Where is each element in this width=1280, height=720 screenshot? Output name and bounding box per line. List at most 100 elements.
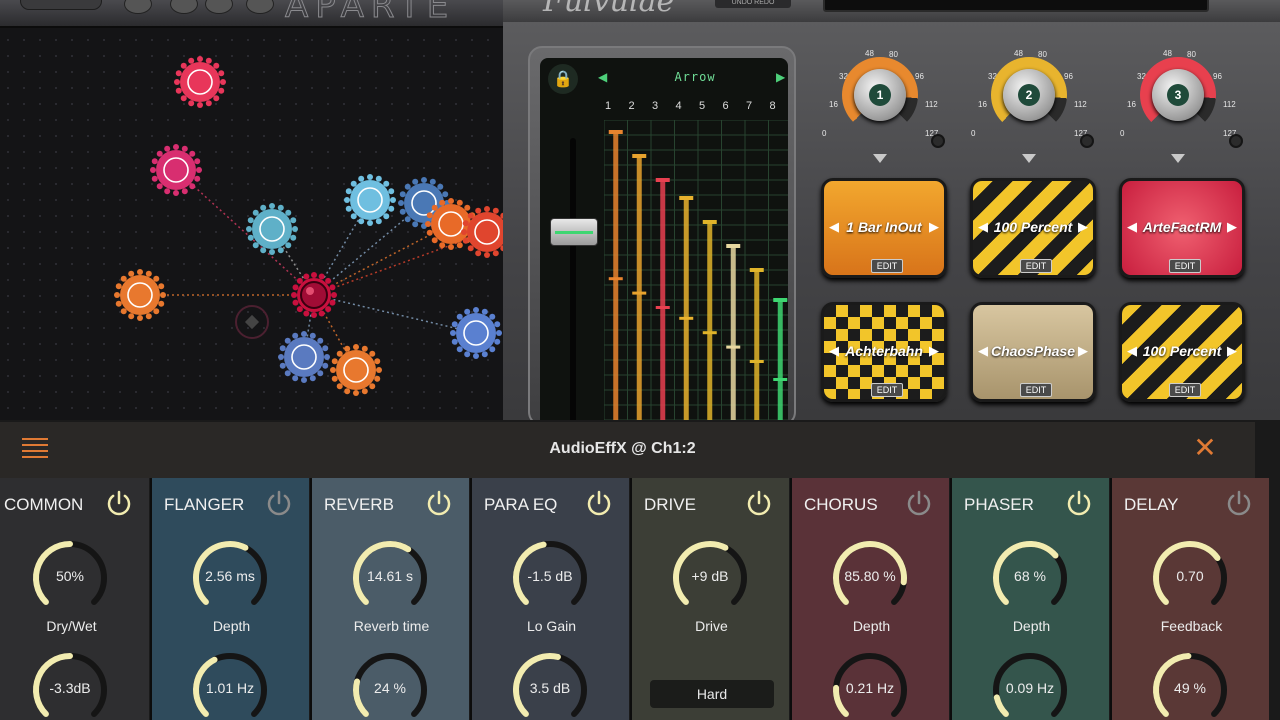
knob-scale-label: 112: [1223, 100, 1236, 109]
preset-next-icon[interactable]: ▶: [1227, 219, 1237, 235]
knob-value: 3.5 dB: [529, 680, 571, 696]
pattern-prev-icon[interactable]: ◀: [598, 70, 607, 84]
pattern-next-icon[interactable]: ▶: [776, 70, 785, 84]
fx-knob[interactable]: 3.5 dB: [510, 650, 590, 720]
knob-pointer-icon: [1022, 154, 1036, 163]
random-node[interactable]: [278, 331, 330, 383]
preset-next-icon[interactable]: ▶: [1227, 343, 1237, 359]
fx-knob[interactable]: 0.21 Hz: [830, 650, 910, 720]
modulation-graph[interactable]: APARTE: [0, 0, 503, 420]
knob-pointer-icon: [873, 154, 887, 163]
fx-knob[interactable]: 14.61 s: [350, 538, 430, 618]
preset-next-icon[interactable]: ▶: [1078, 219, 1088, 235]
fx-modules: COMMON 50% Dry/Wet -3.3dB FLANGER 2.56 ms Dept…: [0, 478, 1280, 720]
knob-value: -1.5 dB: [527, 568, 573, 584]
fx-module-phaser: PHASER 68 % Depth 0.09 Hz: [950, 478, 1109, 720]
preset-tile[interactable]: ◀ 1 Bar InOut ▶ EDIT: [821, 178, 947, 278]
knob-value: 49 %: [1174, 680, 1206, 696]
step-number: 2: [628, 100, 635, 112]
step-sequencer: 🔒 ◀ Arrow ▶ 1 2 3 4 5 6 7 8: [528, 46, 796, 420]
step-grid[interactable]: [604, 120, 788, 420]
preset-edit-button[interactable]: EDIT: [1169, 259, 1201, 273]
power-icon[interactable]: [1226, 490, 1252, 516]
step-bar[interactable]: [749, 268, 764, 420]
splitter-node[interactable]: [246, 203, 298, 255]
knob-scale-label: 112: [925, 100, 938, 109]
preset-tile[interactable]: ◀ Achterbahn ▶ EDIT: [821, 302, 947, 402]
preset-edit-button[interactable]: EDIT: [871, 259, 903, 273]
knob-scale-label: 0: [822, 129, 827, 138]
fx-module-flanger: FLANGER 2.56 ms Depth 1.01 Hz: [150, 478, 309, 720]
bulb-node[interactable]: [450, 307, 502, 359]
power-icon[interactable]: [106, 490, 132, 516]
knob-value: 68 %: [1014, 568, 1046, 584]
preset-edit-button[interactable]: EDIT: [1169, 383, 1201, 397]
pattern-name: Arrow: [674, 70, 716, 84]
step-bar[interactable]: [773, 298, 788, 420]
fx-module-name: CHORUS: [804, 495, 878, 514]
fx-knob[interactable]: 24 %: [350, 650, 430, 720]
fx-knob[interactable]: -1.5 dB: [510, 538, 590, 618]
step-number: 6: [722, 100, 729, 112]
fx-knob[interactable]: 49 %: [1150, 650, 1230, 720]
power-icon[interactable]: [266, 490, 292, 516]
step-number: 7: [745, 100, 753, 112]
power-icon[interactable]: [586, 490, 612, 516]
sequencer-slider[interactable]: [550, 218, 598, 246]
knob-scale-label: 96: [1064, 72, 1073, 81]
macro-knob-3[interactable]: 01632486480961121273: [1120, 38, 1243, 168]
lfo-node[interactable]: [330, 344, 382, 396]
knob-led: [1229, 134, 1243, 148]
preset-tile[interactable]: ◀ ArteFactRM ▶ EDIT: [1119, 178, 1245, 278]
preset-next-icon[interactable]: ▶: [1078, 343, 1088, 359]
fx-knob[interactable]: 0.09 Hz: [990, 650, 1070, 720]
hub-node[interactable]: [291, 272, 337, 318]
fx-knob[interactable]: 50%: [30, 538, 110, 618]
mod-node[interactable]: [114, 269, 166, 321]
fx-knob[interactable]: -3.3dB: [30, 650, 110, 720]
knob-value: 0.09 Hz: [1005, 680, 1055, 696]
lock-icon[interactable]: 🔒: [548, 64, 578, 94]
fx-header: AudioEffX @ Ch1:2 ✕: [0, 422, 1255, 478]
power-icon[interactable]: [746, 490, 772, 516]
knob-led: [931, 134, 945, 148]
fx-knob[interactable]: 68 %: [990, 538, 1070, 618]
knob-scale-label: 16: [829, 100, 838, 109]
fx-knob[interactable]: 0.70: [1150, 538, 1230, 618]
fx-module-chorus: CHORUS 85.80 % Depth 0.21 Hz: [790, 478, 949, 720]
step-number: 1: [604, 100, 612, 112]
fx-knob[interactable]: 1.01 Hz: [190, 650, 270, 720]
preset-edit-button[interactable]: EDIT: [871, 383, 903, 397]
fx-knob[interactable]: 2.56 ms: [190, 538, 270, 618]
wave-node[interactable]: [344, 174, 396, 226]
step-bar[interactable]: [679, 196, 694, 420]
step-bar[interactable]: [608, 130, 623, 420]
device-display: [823, 0, 1209, 12]
macro-knob-2[interactable]: 01632486480961121272: [971, 38, 1094, 168]
preset-tile[interactable]: ◀ 100 Percent ▶ EDIT: [970, 178, 1096, 278]
fx-knob[interactable]: 85.80 %: [830, 538, 910, 618]
drive-mode-button[interactable]: Hard: [650, 680, 774, 708]
preset-next-icon[interactable]: ▶: [929, 219, 939, 235]
power-icon[interactable]: [1066, 490, 1092, 516]
broadcast-node[interactable]: [150, 144, 202, 196]
preset-label: 1 Bar InOut: [846, 219, 922, 235]
close-icon[interactable]: ✕: [1192, 434, 1218, 462]
preset-next-icon[interactable]: ▶: [929, 343, 939, 359]
diamond-node[interactable]: [235, 305, 269, 339]
fx-module-common: COMMON 50% Dry/Wet -3.3dB: [0, 478, 149, 720]
clock-node[interactable]: [174, 56, 226, 108]
fx-knob[interactable]: +9 dB: [670, 538, 750, 618]
power-icon[interactable]: [426, 490, 452, 516]
preset-tile[interactable]: ◀ 100 Percent ▶ EDIT: [1119, 302, 1245, 402]
power-icon[interactable]: [906, 490, 932, 516]
step-bar[interactable]: [632, 154, 647, 420]
preset-edit-button[interactable]: EDIT: [1020, 383, 1052, 397]
preset-edit-button[interactable]: EDIT: [1020, 259, 1052, 273]
device-brand-logo: Fulvulae: [543, 0, 675, 19]
undo-redo-buttons[interactable]: UNDO REDO: [715, 0, 791, 8]
preset-tile[interactable]: ◀ ChaosPhase ▶ EDIT: [970, 302, 1096, 402]
macro-knob-1[interactable]: 01632486480961121271: [822, 38, 945, 168]
step-bar[interactable]: [655, 178, 670, 420]
fx-module-name: FLANGER: [164, 495, 245, 514]
